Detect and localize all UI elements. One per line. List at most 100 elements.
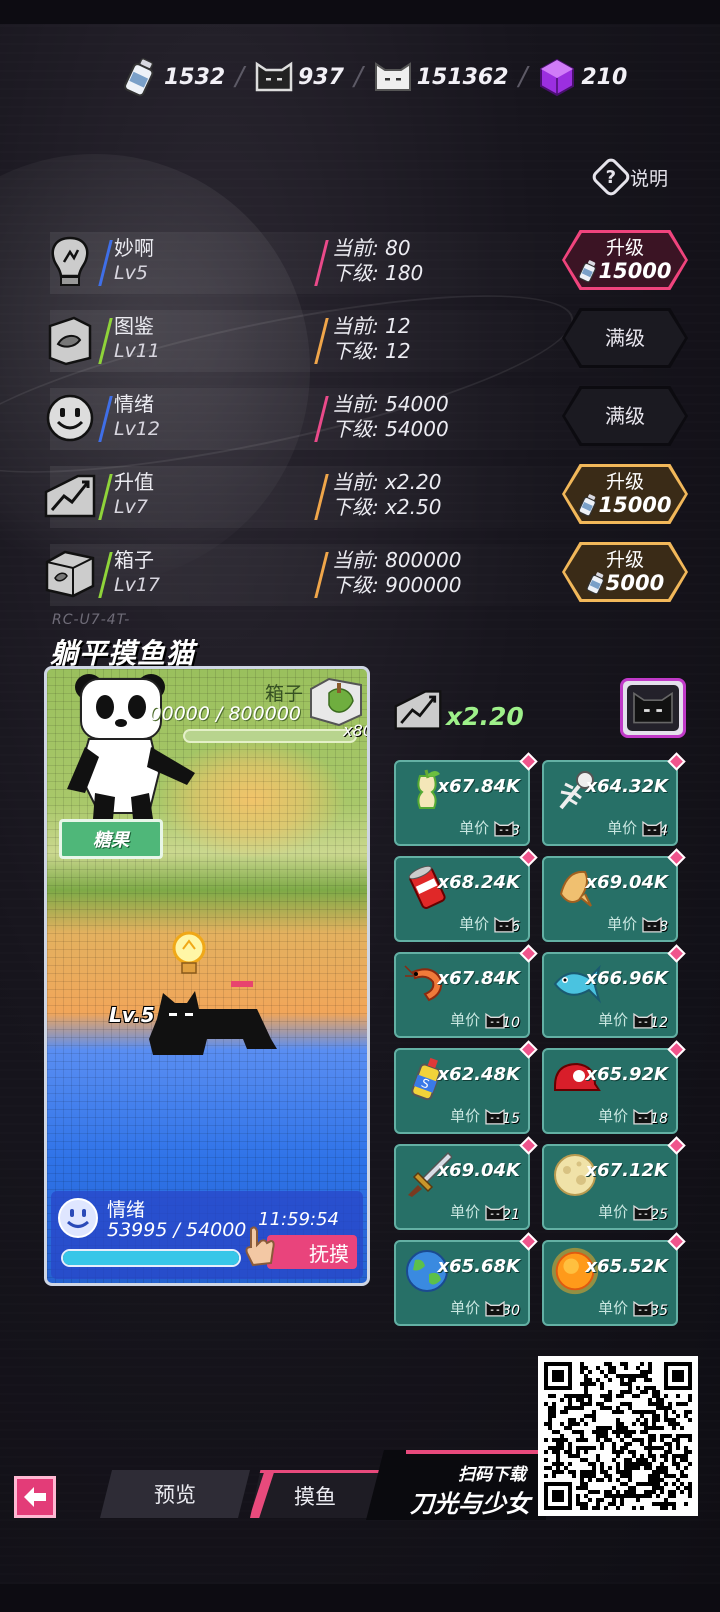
- pet-button[interactable]: 抚摸: [267, 1235, 357, 1269]
- max-level-button[interactable]: 满级: [562, 386, 688, 446]
- item-count: x67.12K: [585, 1160, 669, 1181]
- white-cat-icon: [373, 57, 413, 97]
- upgrade-button[interactable]: 升级 15000: [562, 230, 688, 290]
- max-level-button[interactable]: 满级: [562, 308, 688, 368]
- item-price: 单价 6: [459, 913, 520, 934]
- upgrade-row-tujian: 图鉴 Lv11 当前: 12 下级: 12 满级: [40, 306, 688, 376]
- upgrade-button-label: 升级: [605, 237, 644, 259]
- black-cat-icon: [641, 916, 663, 934]
- item-card[interactable]: x65.52K 单价 35: [542, 1232, 686, 1326]
- milk-bottle-icon: [120, 57, 160, 97]
- currency-separator: /: [518, 62, 528, 92]
- item-count: x69.04K: [585, 872, 669, 893]
- item-card[interactable]: x69.04K 单价 8: [542, 848, 686, 942]
- item-price: 单价 3: [459, 817, 520, 838]
- upgrade-name-text: 箱子: [114, 548, 154, 572]
- upgrade-cost: 15000: [578, 259, 672, 283]
- item-card[interactable]: x69.04K 单价 21: [394, 1136, 538, 1230]
- black-cat-icon: [484, 1012, 506, 1030]
- price-label: 单价: [450, 1011, 481, 1029]
- currency-bar: 1532 / 937 / 151362 / 210: [120, 52, 627, 102]
- item-count: x62.48K: [437, 1064, 521, 1085]
- price-label: 单价: [450, 1107, 481, 1125]
- qr-code[interactable]: [538, 1356, 698, 1516]
- upgrade-button[interactable]: 升级 5000: [562, 542, 688, 602]
- back-button[interactable]: [14, 1476, 56, 1518]
- upgrade-row-miaoa: 妙啊 Lv5 当前: 80 下级: 180 升级 15000: [40, 228, 688, 298]
- item-card[interactable]: x67.84K 单价 10: [394, 944, 538, 1038]
- price-label: 单价: [450, 1299, 481, 1317]
- price-label: 单价: [459, 819, 490, 837]
- game-scene[interactable]: 糖果 箱子 00000 / 800000 x80 Lv.5 情绪 53995 /…: [44, 666, 370, 1286]
- upgrade-values: 当前: x2.20 下级: x2.50: [320, 470, 441, 520]
- black-cat-icon: [484, 1108, 506, 1126]
- upgrade-row-xiangzi: 箱子 Lv17 当前: 800000 下级: 900000 升级 5000: [40, 540, 688, 610]
- promo-banner[interactable]: 扫码下载 刀光与少女: [366, 1450, 546, 1520]
- upgrade-button-label: 升级: [605, 549, 644, 571]
- black-cat-character[interactable]: [147, 979, 277, 1059]
- price-label: 单价: [598, 1107, 629, 1125]
- item-price: 单价 10: [450, 1009, 520, 1030]
- qr-code-image: [544, 1362, 692, 1510]
- promo-line2: 刀光与少女: [410, 1490, 530, 1518]
- tab-fish[interactable]: 摸鱼: [250, 1470, 380, 1518]
- upgrade-next: 下级: 180: [332, 261, 424, 285]
- item-card[interactable]: x66.96K 单价 12: [542, 944, 686, 1038]
- help-label: 说明: [629, 167, 668, 190]
- item-card[interactable]: x67.12K 单价 25: [542, 1136, 686, 1230]
- tab-preview[interactable]: 预览: [100, 1470, 250, 1518]
- upgrade-current: 当前: 800000: [332, 548, 462, 572]
- milk-bottle-icon: [586, 572, 604, 595]
- currency-separator: /: [235, 62, 244, 92]
- item-price: 单价 30: [450, 1297, 520, 1318]
- lightbulb-icon: [172, 931, 206, 974]
- box-icon[interactable]: [307, 675, 365, 727]
- item-count: x64.32K: [585, 776, 669, 797]
- black-cat-icon: [632, 1300, 654, 1318]
- panda-character[interactable]: [59, 673, 199, 823]
- black-cat-icon: [493, 916, 515, 934]
- promo-line1: 扫码下载: [458, 1465, 526, 1485]
- cat-menu-button[interactable]: [620, 678, 686, 738]
- candy-button[interactable]: 糖果: [59, 819, 163, 859]
- upgrade-level: Lv17: [114, 574, 161, 596]
- item-price: 单价 35: [598, 1297, 668, 1318]
- upgrade-name-text: 情绪: [114, 392, 154, 416]
- price-label: 单价: [459, 915, 490, 933]
- upgrade-cost-value: 15000: [598, 493, 672, 517]
- item-code: RC-U7-4T-: [52, 612, 131, 628]
- upgrade-row-qingxu: 情绪 Lv12 当前: 54000 下级: 54000 满级: [40, 384, 688, 454]
- upgrade-button[interactable]: 升级 15000: [562, 464, 688, 524]
- upgrade-values: 当前: 800000 下级: 900000: [320, 548, 461, 598]
- help-button[interactable]: ? 说明: [589, 155, 668, 199]
- mood-value: 53995 / 54000: [107, 1219, 247, 1241]
- upgrade-name-text: 图鉴: [114, 314, 154, 338]
- item-card[interactable]: Sx62.48K 单价 15: [394, 1040, 538, 1134]
- item-count: x65.92K: [585, 1064, 669, 1085]
- book-icon: [40, 310, 100, 370]
- mood-label: 情绪: [107, 1199, 146, 1221]
- upgrade-level: Lv7: [114, 496, 148, 518]
- mood-panel: 情绪 53995 / 54000 11:59:54 抚摸: [51, 1191, 363, 1279]
- price-label: 单价: [598, 1299, 629, 1317]
- item-card[interactable]: x64.32K 单价 4: [542, 752, 686, 846]
- item-price: 单价 12: [598, 1009, 668, 1030]
- mood-bar: [61, 1249, 241, 1267]
- upgrade-name: 妙啊 Lv5: [104, 236, 154, 286]
- chart-arrow-icon: [40, 466, 100, 526]
- price-label: 单价: [607, 819, 638, 837]
- upgrade-current: 当前: x2.20: [332, 470, 442, 494]
- black-cat-icon: [641, 820, 663, 838]
- upgrade-name: 图鉴 Lv11: [104, 314, 160, 364]
- item-card[interactable]: x67.84K 单价 3: [394, 752, 538, 846]
- upgrade-level: Lv11: [114, 340, 161, 362]
- upgrade-current: 当前: 80: [332, 236, 411, 260]
- item-card[interactable]: x65.68K 单价 30: [394, 1232, 538, 1326]
- item-card[interactable]: x65.92K 单价 18: [542, 1040, 686, 1134]
- upgrade-name: 箱子 Lv17: [104, 548, 160, 598]
- upgrade-name: 情绪 Lv12: [104, 392, 160, 442]
- smiley-face-icon: [40, 388, 100, 448]
- item-card[interactable]: x68.24K 单价 6: [394, 848, 538, 942]
- currency-white-cat-value: 151362: [416, 64, 509, 90]
- black-cat-icon: [484, 1300, 506, 1318]
